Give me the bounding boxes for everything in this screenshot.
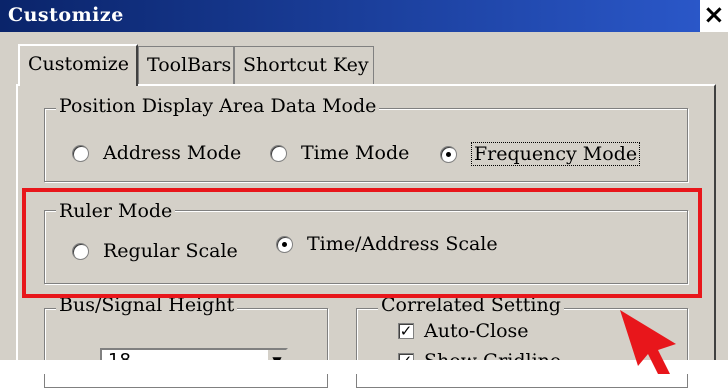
time-mode-radio[interactable]: Time Mode bbox=[270, 142, 409, 164]
ruler-mode-legend: Ruler Mode bbox=[56, 200, 176, 222]
position-display-legend: Position Display Area Data Mode bbox=[56, 95, 380, 117]
close-icon[interactable]: × bbox=[703, 0, 728, 32]
title-bar: Customize × bbox=[0, 0, 728, 32]
auto-close-checkbox[interactable]: ✓ Auto-Close bbox=[398, 320, 529, 342]
checkbox[interactable]: ✓ bbox=[398, 323, 414, 339]
radio-button[interactable] bbox=[270, 144, 287, 162]
address-mode-radio[interactable]: Address Mode bbox=[72, 142, 241, 164]
frequency-mode-label: Frequency Mode bbox=[471, 142, 641, 166]
auto-close-label: Auto-Close bbox=[424, 320, 529, 342]
tab-toolbars[interactable]: ToolBars bbox=[138, 46, 234, 84]
radio-button-selected[interactable] bbox=[440, 145, 457, 163]
radio-button[interactable] bbox=[72, 144, 89, 162]
red-arrow-icon bbox=[620, 310, 676, 374]
time-mode-label: Time Mode bbox=[301, 142, 410, 164]
frequency-mode-radio[interactable]: Frequency Mode bbox=[440, 142, 641, 166]
window-title: Customize bbox=[8, 4, 124, 26]
bottom-crop-edge bbox=[0, 360, 728, 374]
address-mode-label: Address Mode bbox=[103, 142, 242, 164]
tab-customize[interactable]: Customize bbox=[18, 44, 138, 86]
tab-shortcut-key[interactable]: Shortcut Key bbox=[234, 46, 374, 84]
